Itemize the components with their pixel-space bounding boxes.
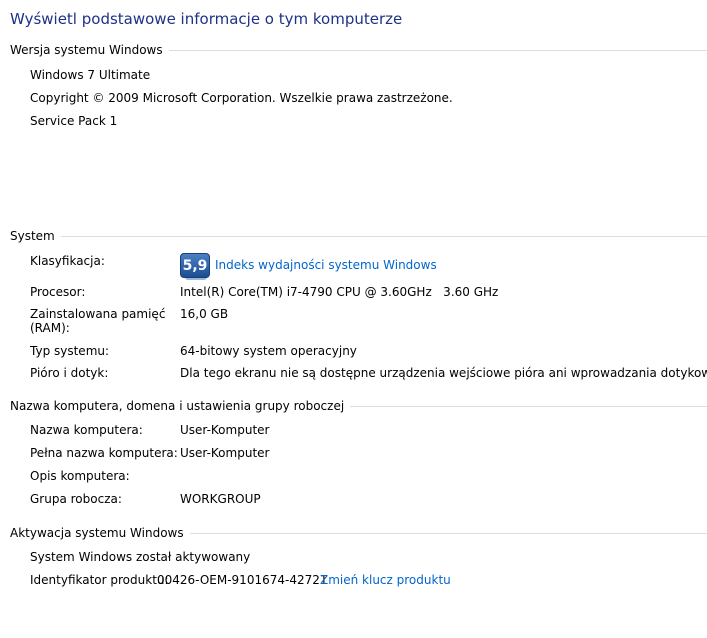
page-title: Wyświetl podstawowe informacje o tym kom… <box>10 10 403 28</box>
performance-index-link[interactable]: Indeks wydajności systemu Windows <box>215 258 437 272</box>
section-heading: Wersja systemu Windows <box>10 43 163 57</box>
section-divider <box>350 405 707 407</box>
system-type-label: Typ systemu: <box>30 344 110 358</box>
system-type-value: 64-bitowy system operacyjny <box>180 344 357 358</box>
computer-name-value: User-Komputer <box>180 423 270 437</box>
performance-score-badge[interactable]: 5,9 <box>180 253 210 280</box>
activation-status: System Windows został aktywowany <box>30 550 251 564</box>
pen-touch-label: Pióro i dotyk: <box>30 366 109 380</box>
section-divider <box>168 49 707 51</box>
rating-label: Klasyfikacja: <box>30 254 105 268</box>
description-label: Opis komputera: <box>30 469 130 483</box>
ram-value: 16,0 GB <box>180 307 229 321</box>
full-name-label: Pełna nazwa komputera: <box>30 446 178 460</box>
product-id-label: Identyfikator produktu: <box>30 573 169 587</box>
section-computer-name: Nazwa komputera, domena i ustawienia gru… <box>10 399 707 413</box>
section-system: System <box>10 229 707 243</box>
full-name-value: User-Komputer <box>180 446 270 460</box>
section-activation: Aktywacja systemu Windows <box>10 526 707 540</box>
edition-name: Windows 7 Ultimate <box>30 68 151 82</box>
section-divider <box>189 532 707 534</box>
section-heading: Nazwa komputera, domena i ustawienia gru… <box>10 399 345 413</box>
computer-name-label: Nazwa komputera: <box>30 423 143 437</box>
section-divider <box>60 235 707 237</box>
workgroup-value: WORKGROUP <box>180 492 261 506</box>
copyright-text: Copyright © 2009 Microsoft Corporation. … <box>30 91 453 105</box>
change-product-key-link[interactable]: Zmień klucz produktu <box>320 573 451 587</box>
section-windows-edition: Wersja systemu Windows <box>10 43 707 57</box>
product-id-value: 00426-OEM-9101674-42721 <box>157 573 328 587</box>
service-pack: Service Pack 1 <box>30 114 118 128</box>
ram-label-line2: (RAM): <box>30 321 70 335</box>
section-heading: System <box>10 229 55 243</box>
section-heading: Aktywacja systemu Windows <box>10 526 184 540</box>
pen-touch-value: Dla tego ekranu nie są dostępne urządzen… <box>180 366 707 380</box>
processor-value: Intel(R) Core(TM) i7-4790 CPU @ 3.60GHz … <box>180 285 499 299</box>
workgroup-label: Grupa robocza: <box>30 492 122 506</box>
ram-label-line1: Zainstalowana pamięć <box>30 307 166 321</box>
processor-label: Procesor: <box>30 285 86 299</box>
